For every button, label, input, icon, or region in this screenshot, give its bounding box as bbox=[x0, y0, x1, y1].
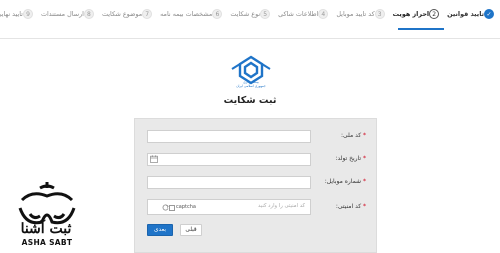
brand-name-fa: ثبت آشنا bbox=[20, 221, 72, 237]
active-step-indicator bbox=[398, 28, 444, 30]
step-final-confirmation[interactable]: 9 تایید نهایی bbox=[0, 9, 33, 19]
captcha-row: captcha کد امنیتی را وارد کنید * کد امنی… bbox=[135, 199, 376, 217]
mobile-label-text: شماره موبایل: bbox=[324, 178, 362, 185]
previous-button[interactable]: قبلی bbox=[180, 224, 202, 236]
mobile-input[interactable] bbox=[147, 176, 311, 189]
logo-caption: بیمه مرکزی جمهوری اسلامی ایران bbox=[229, 80, 273, 88]
step-complaint-subject[interactable]: 7 موضوع شکایت bbox=[100, 9, 153, 19]
step-label: کد تایید موبایل bbox=[336, 10, 375, 18]
step-mobile-code[interactable]: 3 کد تایید موبایل bbox=[334, 9, 385, 19]
brand-name-en: ASHA SABT bbox=[21, 238, 73, 247]
captcha-alt-text: captcha bbox=[176, 204, 196, 210]
step-complaint-type[interactable]: 5 نوع شکایت bbox=[228, 9, 271, 19]
step-number: 5 bbox=[260, 9, 271, 19]
step-check-icon: ✓ bbox=[484, 9, 494, 19]
page-title: ثبت شکایت bbox=[223, 95, 277, 106]
progress-stepper: ✓ تایید قوانین 2 احراز هویت 3 کد تایید م… bbox=[0, 0, 500, 39]
step-upload-documents[interactable]: 8 ارسال مستندات bbox=[39, 9, 94, 19]
step-label: اطلاعات شاکی bbox=[278, 10, 319, 18]
step-label: مشخصات بیمه نامه bbox=[160, 10, 213, 18]
required-marker: * bbox=[363, 132, 366, 139]
captcha-label-text: کد امنیتی: bbox=[335, 203, 362, 210]
required-marker: * bbox=[363, 155, 366, 162]
step-complainant-info[interactable]: 4 اطلاعات شاکی bbox=[276, 9, 329, 19]
step-label: تایید قوانین bbox=[447, 10, 484, 18]
birth-date-row: * تاریخ تولد: bbox=[135, 153, 376, 167]
step-accept-terms[interactable]: ✓ تایید قوانین bbox=[445, 9, 494, 19]
captcha-placeholder: کد امنیتی را وارد کنید bbox=[257, 203, 305, 209]
captcha-image: captcha bbox=[169, 202, 209, 213]
step-number: 3 bbox=[374, 9, 385, 19]
logo-caption-line2: جمهوری اسلامی ایران bbox=[236, 84, 266, 88]
national-code-input[interactable] bbox=[147, 130, 311, 143]
step-number: 9 bbox=[22, 9, 33, 19]
mobile-row: * شماره موبایل: bbox=[135, 176, 376, 190]
birth-date-label: * تاریخ تولد: bbox=[335, 155, 366, 162]
step-number: 8 bbox=[83, 9, 94, 19]
step-label: تایید نهایی bbox=[0, 10, 23, 18]
calendar-icon[interactable] bbox=[150, 155, 158, 163]
birth-date-label-text: تاریخ تولد: bbox=[335, 155, 362, 162]
required-marker: * bbox=[363, 203, 366, 210]
next-button[interactable]: بعدی bbox=[147, 224, 173, 236]
step-label: ارسال مستندات bbox=[40, 10, 84, 18]
captcha-input[interactable]: captcha کد امنیتی را وارد کنید bbox=[147, 199, 311, 215]
broken-image-icon bbox=[169, 204, 175, 211]
step-number: 4 bbox=[318, 9, 329, 19]
refresh-captcha-icon[interactable] bbox=[162, 204, 169, 211]
step-number: 2 bbox=[429, 9, 440, 19]
step-identity-verification[interactable]: 2 احراز هویت bbox=[391, 9, 440, 19]
national-code-label: * کد ملی: bbox=[341, 132, 366, 139]
national-code-row: * کد ملی: bbox=[135, 130, 376, 144]
stepper-steps: ✓ تایید قوانین 2 احراز هویت 3 کد تایید م… bbox=[0, 9, 494, 19]
step-label: موضوع شکایت bbox=[101, 10, 143, 18]
step-label: احراز هویت bbox=[392, 10, 430, 18]
step-number: 7 bbox=[142, 9, 153, 19]
step-label: نوع شکایت bbox=[230, 10, 261, 18]
captcha-label: * کد امنیتی: bbox=[336, 203, 366, 210]
birth-date-input[interactable] bbox=[147, 153, 311, 166]
step-policy-details[interactable]: 6 مشخصات بیمه نامه bbox=[158, 9, 223, 19]
required-marker: * bbox=[363, 178, 366, 185]
step-number: 6 bbox=[212, 9, 223, 19]
national-code-label-text: کد ملی: bbox=[340, 132, 362, 139]
mobile-label: * شماره موبایل: bbox=[325, 178, 366, 185]
